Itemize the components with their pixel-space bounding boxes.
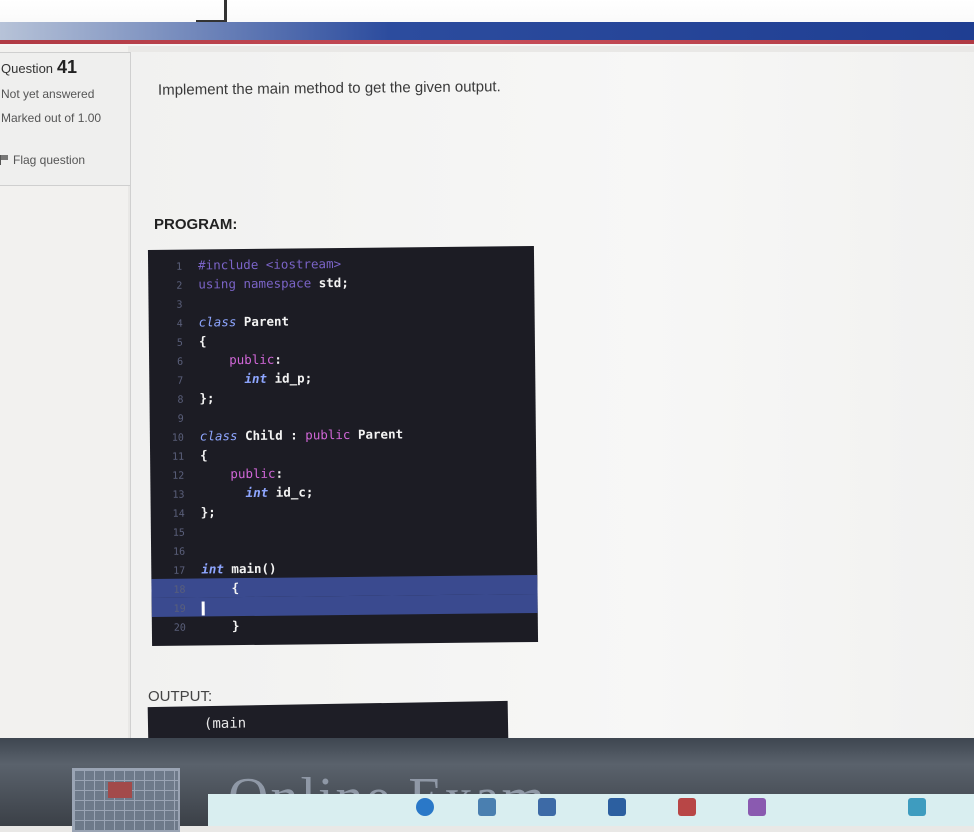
code-token: }; — [200, 504, 216, 520]
question-status: Not yet answered — [1, 87, 95, 101]
taskbar-app-icon[interactable] — [908, 798, 926, 816]
output-first-line: (main — [203, 715, 247, 733]
taskbar — [208, 794, 974, 826]
code-token: : — [275, 465, 284, 481]
text-cursor — [201, 600, 205, 615]
code-editor[interactable]: 1 #include <iostream> 2 using namespace std… — [147, 245, 539, 647]
code-token: int — [245, 484, 269, 501]
code-token: using namespace — [198, 275, 319, 292]
code-token: Parent — [236, 313, 290, 330]
header-band — [0, 22, 974, 40]
code-token: id_p; — [266, 370, 313, 386]
question-info-panel: Question 41 Not yet answered Marked out o… — [0, 52, 134, 186]
code-token: : — [274, 351, 282, 367]
code-token: id_c; — [268, 484, 314, 500]
line-number: 20 — [173, 622, 186, 634]
browser-top-strip — [0, 0, 974, 46]
question-prompt: Implement the main method to get the giv… — [157, 78, 501, 99]
code-token: #include <iostream> — [198, 256, 342, 273]
code-token: Child : — [237, 427, 306, 444]
code-token: public — [200, 465, 276, 482]
code-token: public — [199, 351, 275, 368]
flag-question-label: Flag question — [13, 153, 86, 167]
taskbar-app-icon[interactable] — [748, 798, 766, 816]
flag-icon — [0, 155, 9, 165]
code-token: } — [201, 618, 240, 634]
code-token: { — [200, 447, 208, 463]
taskbar-app-icon[interactable] — [538, 798, 556, 816]
taskbar-app-icon[interactable] — [678, 798, 696, 816]
question-title: Question 41 — [1, 57, 77, 78]
code-token: { — [198, 333, 207, 349]
taskbar-app-icon[interactable] — [478, 798, 496, 816]
question-prefix: Question — [1, 61, 54, 76]
code-token: main() — [223, 560, 277, 577]
code-token: { — [201, 580, 240, 596]
question-grade: Marked out of 1.00 — [1, 111, 102, 125]
top-mark — [196, 0, 227, 23]
code-token: int — [244, 370, 268, 387]
program-label: PROGRAM: — [154, 216, 238, 233]
header-divider — [0, 40, 974, 44]
code-token: Parent — [350, 426, 404, 442]
taskbar-app-icon[interactable] — [608, 798, 626, 816]
university-logo — [72, 768, 180, 832]
output-label: OUTPUT: — [148, 688, 213, 705]
question-number: 41 — [57, 57, 78, 77]
code-token: }; — [199, 390, 215, 406]
code-token: int — [201, 561, 224, 577]
code-line[interactable]: 20 } — [152, 613, 538, 636]
code-token: std; — [318, 274, 349, 291]
code-token: class — [199, 428, 238, 444]
flag-question-button[interactable]: Flag question — [0, 153, 85, 167]
code-token: public — [305, 426, 351, 443]
taskbar-search-icon[interactable] — [416, 798, 434, 816]
code-token: class — [198, 314, 237, 330]
